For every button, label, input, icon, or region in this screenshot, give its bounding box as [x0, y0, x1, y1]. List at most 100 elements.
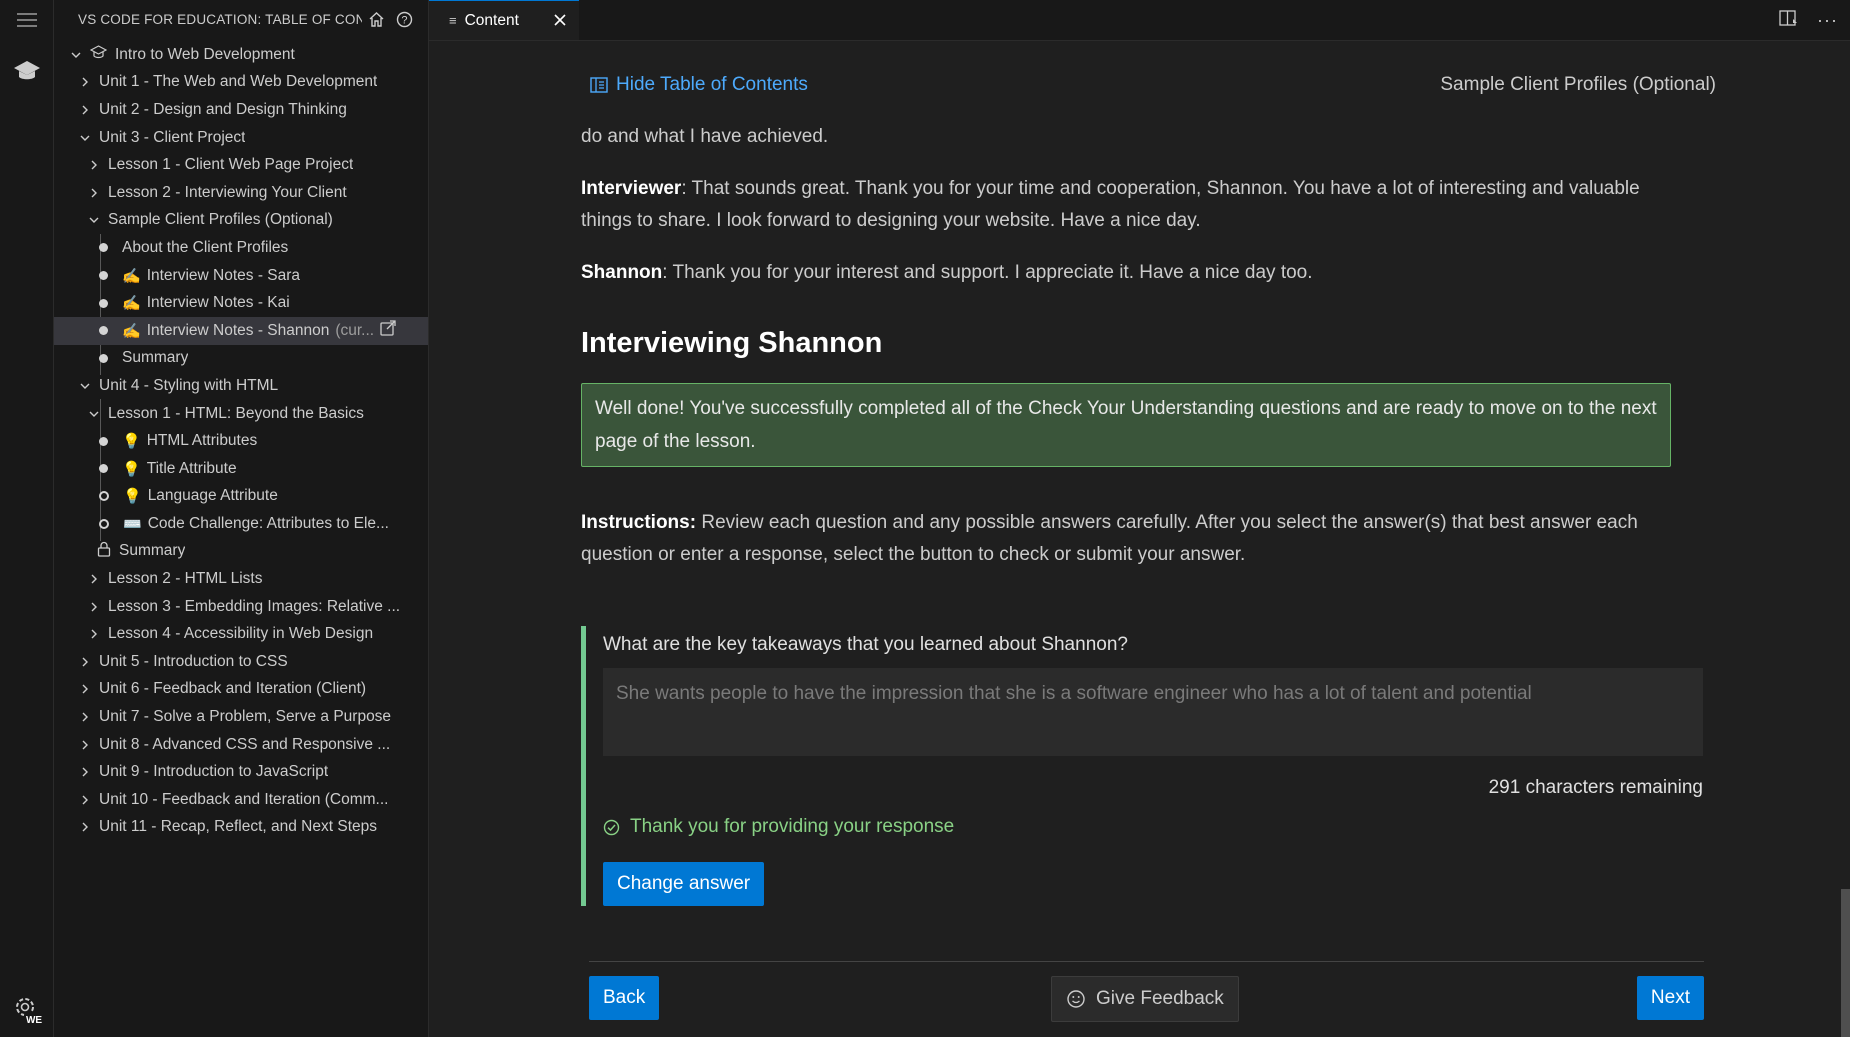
chevron-right-icon: [77, 76, 93, 88]
item-emoji-icon: 💡: [123, 488, 142, 506]
chevron-down-icon: [86, 408, 102, 420]
chevron-right-icon: [86, 573, 102, 585]
toc-item[interactable]: Lesson 2 - Interviewing Your Client: [54, 179, 428, 207]
chevron-down-icon: [68, 49, 84, 61]
toc-item[interactable]: Sample Client Profiles (Optional): [54, 207, 428, 235]
item-emoji-icon: ✍️: [122, 267, 141, 285]
settings-gear-icon[interactable]: WE: [0, 985, 53, 1033]
current-section-label: Sample Client Profiles (Optional): [1440, 74, 1716, 95]
toc-item-label: HTML Attributes: [146, 432, 258, 450]
change-answer-button[interactable]: Change answer: [603, 862, 765, 906]
toc-item[interactable]: Unit 1 - The Web and Web Development: [54, 69, 428, 97]
toc-item-label: Unit 10 - Feedback and Iteration (Comm..…: [99, 790, 389, 808]
chevron-right-icon: [86, 187, 102, 199]
chevron-right-icon: [77, 739, 93, 751]
toc-item[interactable]: Unit 3 - Client Project: [54, 124, 428, 152]
toc-item[interactable]: Intro to Web Development: [54, 41, 428, 69]
scrollbar-thumb[interactable]: [1841, 889, 1850, 1037]
toc-item[interactable]: Summary: [54, 538, 428, 566]
toc-item[interactable]: ✍️ Interview Notes - Shannon (cur...: [54, 316, 428, 345]
next-button[interactable]: Next: [1636, 976, 1704, 1020]
characters-remaining: 291 characters remaining: [1488, 777, 1703, 798]
scrollbar[interactable]: [1840, 171, 1850, 1037]
paragraph: Shannon: Thank you for your interest and…: [581, 257, 1671, 289]
editor-actions: ···: [1779, 0, 1838, 40]
toc-item-label: Unit 1 - The Web and Web Development: [99, 73, 378, 91]
help-icon[interactable]: ?: [390, 11, 418, 28]
success-banner: Well done! You've successfully completed…: [581, 383, 1671, 467]
graduation-cap-icon[interactable]: [0, 48, 53, 94]
toc-item-label: Summary: [122, 349, 189, 367]
toc-item-label: Unit 5 - Introduction to CSS: [99, 652, 288, 670]
toc-item[interactable]: Lesson 2 - HTML Lists: [54, 565, 428, 593]
editor-tab-bar: ≡ Content ···: [429, 0, 1850, 41]
toc-item[interactable]: Unit 10 - Feedback and Iteration (Comm..…: [54, 786, 428, 814]
chevron-down-icon: [77, 380, 93, 392]
toc-item[interactable]: 💡 Language Attribute: [54, 483, 428, 511]
hide-toc-label: Hide Table of Contents: [616, 74, 808, 95]
toc-item[interactable]: Lesson 3 - Embedding Images: Relative ..…: [54, 593, 428, 621]
instructions-text: Review each question and any possible an…: [581, 512, 1638, 565]
toc-item-label: Code Challenge: Attributes to Ele...: [147, 514, 389, 532]
open-external-icon[interactable]: [380, 320, 397, 341]
item-emoji-icon: ✍️: [122, 322, 141, 340]
current-marker: (cur...: [335, 321, 375, 339]
document-icon: ≡: [449, 13, 457, 28]
tab-content[interactable]: ≡ Content: [429, 0, 579, 40]
question-text: What are the key takeaways that you lear…: [603, 634, 1128, 655]
toc-item-label: Lesson 2 - Interviewing Your Client: [108, 183, 347, 201]
toc-item-label: Unit 9 - Introduction to JavaScript: [99, 763, 329, 781]
toc-item-label: Lesson 1 - HTML: Beyond the Basics: [108, 404, 364, 422]
toc-item[interactable]: Unit 5 - Introduction to CSS: [54, 648, 428, 676]
completed-dot-icon: [99, 326, 108, 336]
toc-item[interactable]: Unit 7 - Solve a Problem, Serve a Purpos…: [54, 703, 428, 731]
toc-item-label: Unit 7 - Solve a Problem, Serve a Purpos…: [99, 708, 392, 726]
toc-item[interactable]: Summary: [54, 345, 428, 373]
toc-item[interactable]: 💡 HTML Attributes: [54, 427, 428, 455]
toc-item-label: Lesson 2 - HTML Lists: [108, 570, 263, 588]
toc-item[interactable]: Lesson 1 - HTML: Beyond the Basics: [54, 400, 428, 428]
chevron-right-icon: [77, 656, 93, 668]
table-of-contents-sidebar: VS CODE FOR EDUCATION: TABLE OF CON... ?…: [54, 0, 429, 1037]
toc-item[interactable]: Unit 6 - Feedback and Iteration (Client): [54, 676, 428, 704]
more-actions-icon[interactable]: ···: [1817, 10, 1838, 31]
toc-item-label: Lesson 3 - Embedding Images: Relative ..…: [108, 597, 401, 615]
chevron-right-icon: [77, 711, 93, 723]
toc-item[interactable]: Unit 9 - Introduction to JavaScript: [54, 758, 428, 786]
content-view: Hide Table of Contents Sample Client Pro…: [429, 41, 1850, 1037]
speaker-text: : Thank you for your interest and suppor…: [662, 262, 1313, 283]
toc-item[interactable]: ⌨️ Code Challenge: Attributes to Ele...: [54, 510, 428, 538]
toc-item[interactable]: About the Client Profiles: [54, 234, 428, 262]
toc-item[interactable]: Unit 8 - Advanced CSS and Responsive ...: [54, 731, 428, 759]
toc-item[interactable]: Unit 2 - Design and Design Thinking: [54, 96, 428, 124]
item-emoji-icon: 💡: [122, 460, 141, 478]
back-button[interactable]: Back: [589, 976, 660, 1020]
close-icon[interactable]: [551, 11, 569, 34]
lesson-body: do and what I have achieved. Interviewer…: [581, 121, 1671, 591]
toc-item[interactable]: Lesson 4 - Accessibility in Web Design: [54, 620, 428, 648]
toc-item-label: Interview Notes - Sara: [146, 266, 301, 284]
toc-item-label: Sample Client Profiles (Optional): [108, 211, 333, 229]
completed-dot-icon: [99, 298, 108, 308]
home-icon[interactable]: [362, 11, 390, 28]
speaker-text: : That sounds great. Thank you for your …: [581, 178, 1640, 231]
toc-item[interactable]: ✍️ Interview Notes - Sara: [54, 262, 428, 290]
chevron-down-icon: [86, 214, 102, 226]
chevron-right-icon: [86, 628, 102, 640]
menu-icon[interactable]: [0, 0, 53, 40]
toc-item[interactable]: 💡 Title Attribute: [54, 455, 428, 483]
speaker-name: Interviewer: [581, 178, 682, 199]
completed-dot-icon: [99, 436, 108, 446]
toc-item[interactable]: Lesson 1 - Client Web Page Project: [54, 151, 428, 179]
split-editor-icon[interactable]: [1779, 9, 1799, 32]
toc-item[interactable]: ✍️ Interview Notes - Kai: [54, 289, 428, 317]
toc-item[interactable]: Unit 4 - Styling with HTML: [54, 372, 428, 400]
confirmation-text: Thank you for providing your response: [630, 816, 955, 837]
give-feedback-button[interactable]: Give Feedback: [1051, 976, 1239, 1022]
smiley-icon: [1067, 990, 1085, 1008]
answer-textarea[interactable]: She wants people to have the impression …: [603, 668, 1703, 756]
hide-toc-link[interactable]: Hide Table of Contents: [590, 74, 808, 96]
toc-item[interactable]: Unit 11 - Recap, Reflect, and Next Steps: [54, 814, 428, 842]
course-cap-icon: [89, 45, 108, 64]
chevron-right-icon: [77, 104, 93, 116]
